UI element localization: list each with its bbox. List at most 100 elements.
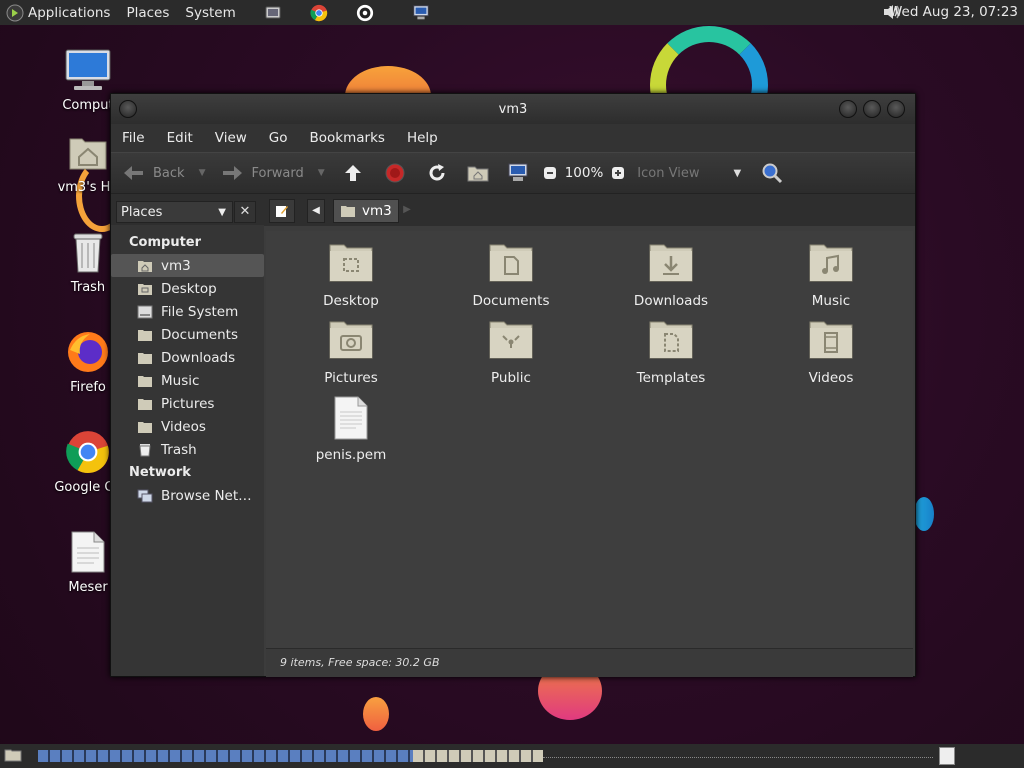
folder-documents-icon (488, 241, 534, 287)
zoom-in-button[interactable] (611, 166, 625, 180)
sidebar-item-trash[interactable]: Trash (111, 438, 264, 461)
show-desktop-icon[interactable] (264, 4, 282, 22)
places-sidebar: Computer vm3 Desktop File System Documen… (111, 225, 264, 676)
taskbar-windows-strip[interactable] (38, 750, 413, 762)
minimize-button[interactable] (839, 100, 857, 118)
sidebar-heading-computer: Computer (129, 235, 202, 250)
sidebar-item-videos[interactable]: Videos (111, 415, 264, 438)
network-icon (137, 489, 153, 502)
folder-icon (138, 421, 152, 433)
taskbar-dotted-strip (543, 757, 933, 759)
file-item[interactable]: Videos (776, 318, 886, 386)
edit-location-icon[interactable] (269, 199, 295, 223)
stop-icon (385, 163, 405, 183)
file-item[interactable]: Music (776, 241, 886, 309)
home-icon (467, 166, 489, 182)
stop-button[interactable] (385, 163, 405, 183)
drive-icon (137, 305, 153, 318)
home-icon (341, 206, 355, 217)
workspace-switcher[interactable] (939, 747, 955, 765)
computer-icon (64, 46, 112, 94)
top-panel: Applications Places System Wed Aug 23, 0… (0, 0, 1024, 25)
menu-system[interactable]: System (177, 5, 243, 21)
reload-button[interactable] (427, 163, 447, 183)
folder-music-icon (808, 241, 854, 287)
trash-icon (139, 443, 151, 456)
file-item[interactable]: Pictures (296, 318, 406, 386)
maximize-button[interactable] (863, 100, 881, 118)
zoom-level[interactable]: 100% (565, 165, 604, 181)
statusbar: 9 items, Free space: 30.2 GB (266, 648, 913, 677)
desktop-icon-label: Comput (62, 98, 114, 113)
zoom-out-button[interactable] (543, 166, 557, 180)
places-selector-value: Places (121, 204, 163, 220)
menu-places[interactable]: Places (118, 5, 177, 21)
folder-pictures-icon (328, 318, 374, 364)
reload-icon (429, 164, 445, 181)
close-button[interactable] (887, 100, 905, 118)
taskbar-folder-strip[interactable] (413, 750, 543, 762)
back-arrow-icon (124, 166, 143, 180)
sidebar-item-file-system[interactable]: File System (111, 300, 264, 323)
decor-blue-blob (914, 497, 934, 531)
up-arrow-icon (344, 165, 361, 181)
desktop-icon-label: Trash (70, 280, 106, 295)
forward-history-dropdown-icon[interactable]: ▼ (318, 168, 325, 178)
window-titlebar[interactable]: vm3 (111, 94, 915, 124)
view-mode-dropdown-icon: ▼ (733, 167, 742, 179)
menu-bookmarks[interactable]: Bookmarks (299, 130, 396, 146)
close-sidebar-icon[interactable]: ✕ (234, 201, 256, 223)
trash-icon (64, 228, 112, 276)
menu-go[interactable]: Go (258, 130, 299, 146)
document-icon (64, 528, 112, 576)
folder-templates-icon (648, 318, 694, 364)
view-mode-select[interactable]: Icon View ▼ (637, 166, 741, 181)
menu-file[interactable]: File (111, 130, 156, 146)
file-item[interactable]: Downloads (616, 241, 726, 309)
forward-button[interactable]: Forward (221, 165, 304, 181)
folder-downloads-icon (648, 241, 694, 287)
file-view[interactable]: Desktop Documents Downloads Music Pictur… (266, 231, 913, 648)
folder-desktop-icon (328, 241, 374, 287)
menu-help[interactable]: Help (396, 130, 449, 146)
sidebar-item-music[interactable]: Music (111, 369, 264, 392)
sidebar-item-pictures[interactable]: Pictures (111, 392, 264, 415)
obs-launcher-icon[interactable] (356, 4, 374, 22)
sidebar-item-desktop[interactable]: Desktop (111, 277, 264, 300)
folder-icon (138, 329, 152, 341)
file-item[interactable]: Public (456, 318, 566, 386)
file-item[interactable]: Documents (456, 241, 566, 309)
file-item[interactable]: Desktop (296, 241, 406, 309)
network-monitor-icon[interactable] (412, 4, 430, 22)
file-item[interactable]: Templates (616, 318, 726, 386)
home-button[interactable] (467, 164, 489, 182)
home-icon (138, 260, 152, 272)
places-selector[interactable]: Places ▼ (116, 201, 233, 223)
sidebar-item-downloads[interactable]: Downloads (111, 346, 264, 369)
back-history-dropdown-icon[interactable]: ▼ (199, 168, 206, 178)
menu-edit[interactable]: Edit (156, 130, 204, 146)
sidebar-item-vm3[interactable]: vm3 (111, 254, 264, 277)
folder-public-icon (488, 318, 534, 364)
chrome-launcher-icon[interactable] (310, 4, 328, 22)
distro-logo-icon[interactable] (6, 4, 24, 22)
path-scroll-right-icon[interactable]: ▶ (401, 199, 413, 221)
zoom-out-icon (543, 167, 556, 179)
menu-view[interactable]: View (204, 130, 258, 146)
breadcrumb-vm3[interactable]: vm3 (333, 199, 399, 223)
up-button[interactable] (343, 163, 363, 183)
menu-applications[interactable]: Applications (26, 5, 118, 21)
search-button[interactable] (761, 162, 783, 184)
path-scroll-left-icon[interactable]: ◀ (307, 199, 325, 223)
folder-icon (138, 375, 152, 387)
toolbar: Back ▼ Forward ▼ 100% Icon View ▼ (111, 152, 915, 194)
show-desktop-icon[interactable] (4, 748, 22, 766)
sidebar-item-documents[interactable]: Documents (111, 323, 264, 346)
file-manager-window: vm3 File Edit View Go Bookmarks Help Bac… (110, 93, 916, 677)
clock[interactable]: Wed Aug 23, 07:23 (889, 4, 1018, 20)
computer-button[interactable] (507, 163, 529, 183)
file-item[interactable]: penis.pem (296, 395, 406, 463)
desktop-icon-label: Firefo (70, 380, 106, 395)
sidebar-item-browse-network[interactable]: Browse Net… (111, 484, 264, 507)
back-button[interactable]: Back (123, 165, 185, 181)
